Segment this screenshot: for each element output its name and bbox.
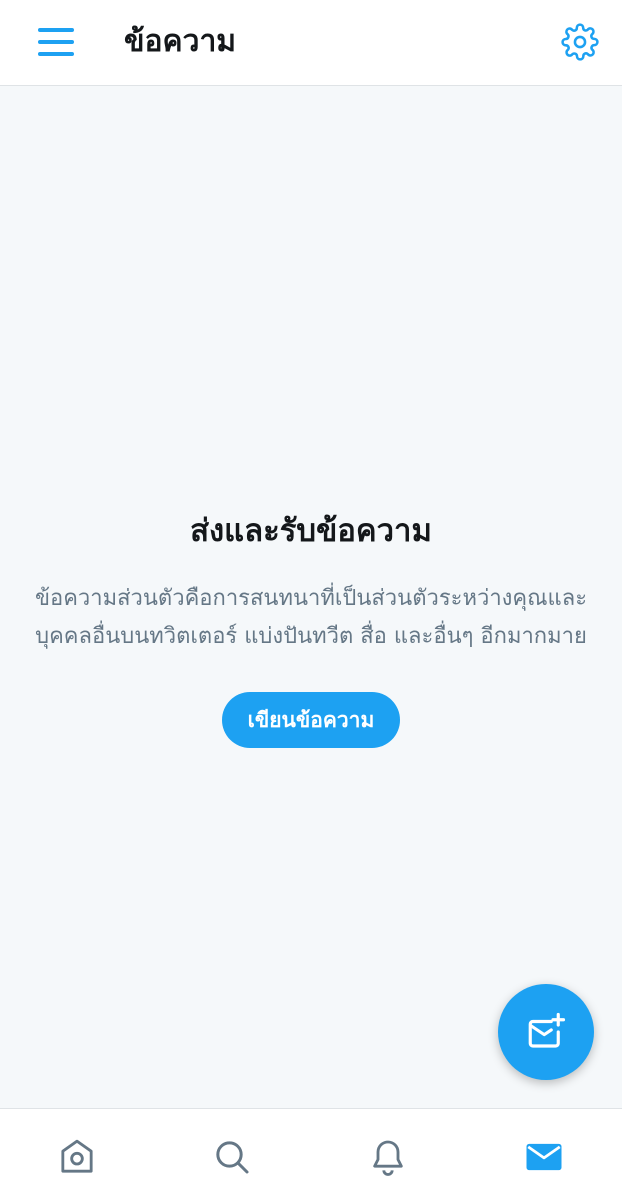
top-app-bar: ข้อความ — [0, 0, 622, 86]
bottom-navigation — [0, 1108, 622, 1200]
nav-search[interactable] — [208, 1133, 256, 1181]
gear-icon — [561, 23, 599, 61]
messages-screen: ข้อความ ส่งและรับข้อความ ข้อความส่วนตัวค… — [0, 0, 622, 1200]
envelope-icon — [526, 1143, 562, 1171]
hamburger-menu-icon — [38, 28, 74, 56]
nav-notifications[interactable] — [364, 1133, 412, 1181]
page-title: ข้อความ — [124, 24, 237, 59]
nav-messages[interactable] — [520, 1133, 568, 1181]
empty-state-description: ข้อความส่วนตัวคือการสนทนาที่เป็นส่วนตัวร… — [34, 586, 588, 649]
menu-button[interactable] — [30, 16, 82, 68]
new-message-fab[interactable] — [498, 984, 594, 1080]
empty-state-title: ส่งและรับข้อความ — [190, 513, 432, 549]
bell-icon — [373, 1140, 403, 1176]
search-icon — [216, 1141, 249, 1174]
settings-button[interactable] — [552, 14, 608, 70]
write-message-button[interactable]: เขียนข้อความ — [221, 692, 401, 748]
new-message-icon — [528, 1012, 566, 1048]
nav-home[interactable] — [53, 1133, 101, 1181]
empty-state: ส่งและรับข้อความ ข้อความส่วนตัวคือการสนท… — [0, 500, 622, 748]
home-icon — [61, 1139, 93, 1173]
